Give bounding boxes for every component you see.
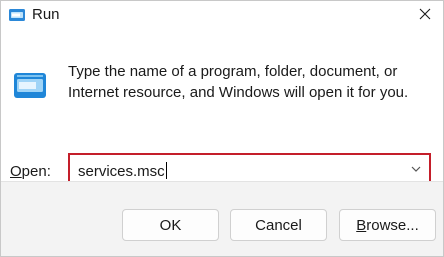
open-label: Open: bbox=[10, 163, 51, 180]
run-dialog-icon bbox=[13, 71, 49, 101]
browse-rest: rowse... bbox=[366, 216, 419, 234]
chevron-down-icon[interactable] bbox=[409, 162, 423, 176]
open-label-rest: pen: bbox=[21, 163, 51, 180]
title-bar: Run bbox=[1, 1, 443, 31]
dialog-body: Type the name of a program, folder, docu… bbox=[1, 31, 443, 185]
open-label-accel: O bbox=[10, 163, 22, 180]
open-input[interactable]: services.msc bbox=[78, 162, 167, 180]
text-caret bbox=[165, 162, 167, 179]
dialog-footer: OK Cancel Browse... bbox=[1, 181, 443, 256]
run-dialog: Run Type the name of a program, folder, … bbox=[0, 0, 444, 257]
close-button[interactable] bbox=[407, 1, 443, 31]
cancel-button[interactable]: Cancel bbox=[230, 209, 327, 241]
close-icon bbox=[419, 7, 431, 25]
window-title: Run bbox=[32, 6, 60, 23]
open-input-value: services.msc bbox=[78, 163, 165, 180]
dialog-description: Type the name of a program, folder, docu… bbox=[68, 63, 409, 101]
run-app-icon bbox=[8, 7, 26, 23]
browse-accel: B bbox=[356, 216, 367, 234]
browse-button[interactable]: Browse... bbox=[339, 209, 436, 241]
ok-button[interactable]: OK bbox=[122, 209, 219, 241]
